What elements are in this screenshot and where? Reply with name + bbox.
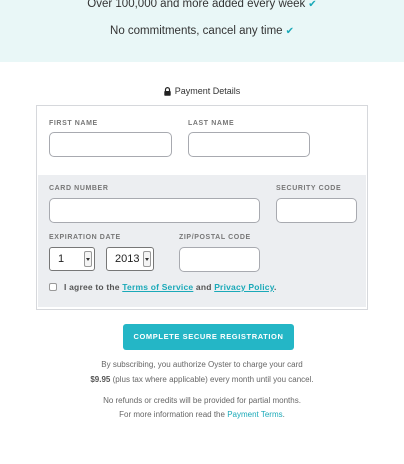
select-arrow-icon — [143, 251, 151, 267]
check-icon: ✔ — [285, 26, 294, 37]
security-code-label: SECURITY CODE — [276, 185, 342, 192]
terms-agreement: I agree to the Terms of Service and Priv… — [49, 282, 277, 292]
billing-terms-text: (plus tax where applicable) every month … — [112, 375, 314, 384]
card-number-field[interactable] — [49, 198, 260, 223]
payment-terms-prefix: For more information read the — [119, 410, 225, 419]
lock-icon — [164, 87, 171, 96]
last-name-field[interactable] — [188, 132, 310, 157]
terms-checkbox[interactable] — [49, 283, 57, 291]
payment-details-title: Payment Details — [174, 86, 241, 96]
payment-terms-note: For more information read the Payment Te… — [0, 410, 404, 419]
security-code-field[interactable] — [276, 198, 357, 223]
first-name-field[interactable] — [49, 132, 172, 157]
check-icon: ✔ — [308, 0, 317, 10]
expiration-date-label: EXPIRATION DATE — [49, 234, 121, 241]
payment-details-heading: Payment Details — [0, 86, 404, 96]
benefit-text: No commitments, cancel any time — [110, 25, 283, 37]
benefits-banner: Over 100,000 and more added every week ✔ … — [0, 0, 404, 62]
select-arrow-icon — [84, 251, 92, 267]
terms-of-service-link[interactable]: Terms of Service — [122, 282, 193, 292]
zip-code-label: ZIP/POSTAL CODE — [179, 234, 251, 241]
payment-terms-link[interactable]: Payment Terms — [227, 410, 282, 419]
privacy-policy-link[interactable]: Privacy Policy — [214, 282, 274, 292]
payment-terms-suffix: . — [282, 410, 285, 419]
expiration-month-select[interactable]: 1 — [49, 247, 95, 271]
billing-note: $9.95 (plus tax where applicable) every … — [0, 375, 404, 384]
agree-text: I agree to the — [64, 282, 120, 292]
benefit-line: No commitments, cancel any time ✔ — [0, 25, 404, 37]
price: $9.95 — [90, 375, 111, 384]
complete-registration-button[interactable]: COMPLETE SECURE REGISTRATION — [123, 324, 294, 350]
refund-note: No refunds or credits will be provided f… — [103, 396, 301, 405]
expiration-year-select[interactable]: 2013 — [106, 247, 154, 271]
expiration-month-value: 1 — [58, 253, 65, 265]
zip-code-field[interactable] — [179, 247, 260, 272]
benefit-line: Over 100,000 and more added every week ✔ — [0, 0, 404, 10]
expiration-year-value: 2013 — [115, 253, 140, 265]
agree-suffix: . — [274, 282, 277, 292]
agree-and-text: and — [195, 282, 212, 292]
first-name-label: FIRST NAME — [49, 120, 98, 127]
payment-form: FIRST NAME LAST NAME CARD NUMBER SECURIT… — [36, 105, 368, 310]
last-name-label: LAST NAME — [188, 120, 235, 127]
benefit-text: Over 100,000 and more added every week — [87, 0, 306, 10]
billing-note: By subscribing, you authorize Oyster to … — [101, 360, 303, 369]
card-number-label: CARD NUMBER — [49, 185, 109, 192]
